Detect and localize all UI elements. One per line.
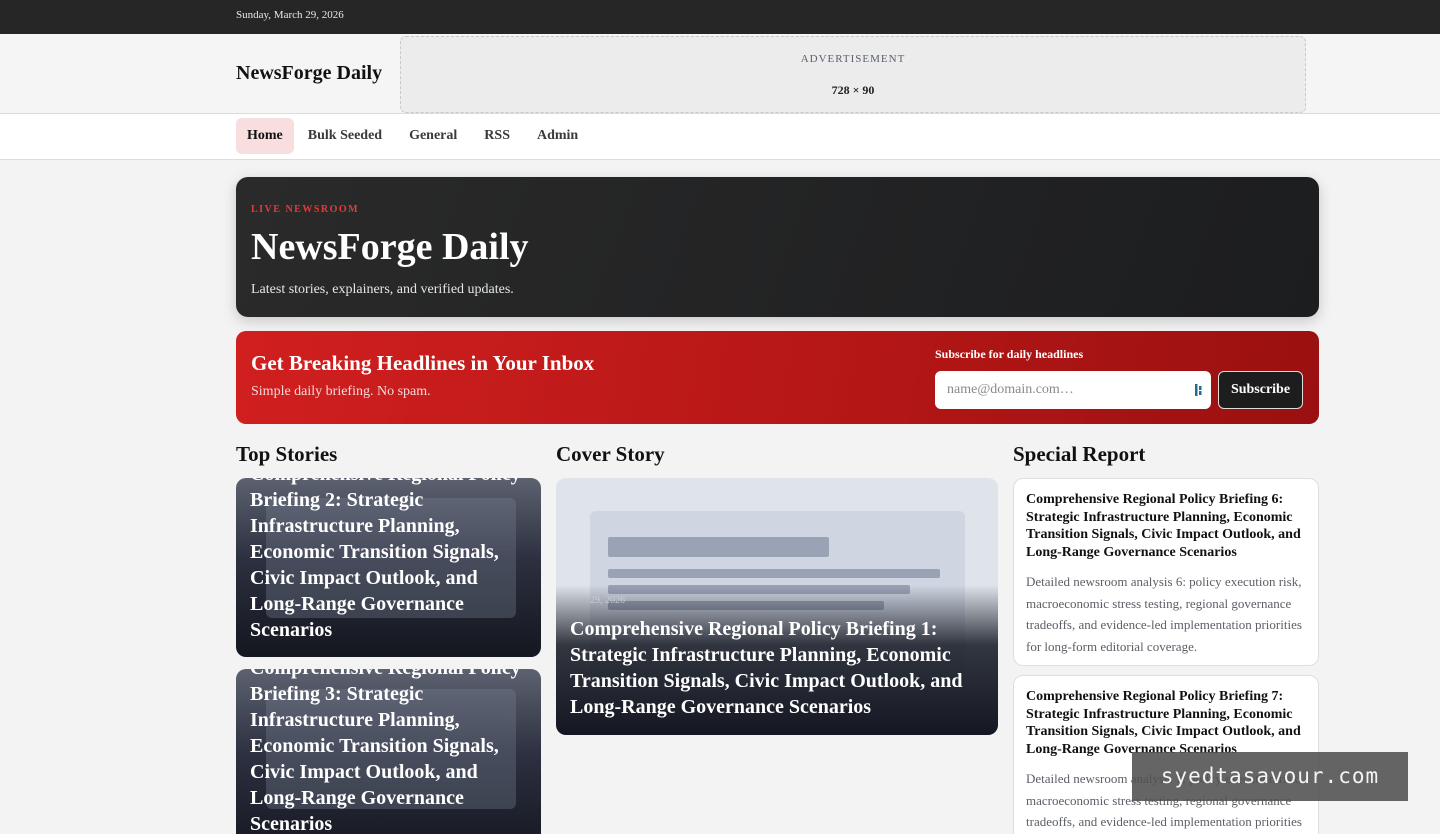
top-story-card[interactable]: Comprehensive Regional Policy Briefing 3… bbox=[236, 669, 541, 834]
password-manager-icon[interactable] bbox=[1195, 383, 1205, 397]
current-date: Sunday, March 29, 2026 bbox=[236, 9, 344, 21]
cover-story-heading: Cover Story bbox=[556, 442, 665, 466]
report-description: Detailed newsroom analysis 6: policy exe… bbox=[1026, 574, 1302, 654]
ad-size: 728 × 90 bbox=[831, 83, 875, 97]
hero-kicker: LIVE NEWSROOM bbox=[251, 204, 360, 215]
report-title[interactable]: Comprehensive Regional Policy Briefing 6… bbox=[1026, 491, 1306, 561]
placeholder-bar bbox=[608, 569, 940, 578]
special-report-heading: Special Report bbox=[1013, 442, 1146, 466]
nav-item-home[interactable]: Home bbox=[236, 118, 294, 154]
email-input[interactable] bbox=[935, 371, 1211, 409]
hero-tagline: Latest stories, explainers, and verified… bbox=[251, 282, 514, 297]
hero-banner: LIVE NEWSROOM NewsForge Daily Latest sto… bbox=[236, 177, 1319, 317]
top-story-card[interactable]: Comprehensive Regional Policy Briefing 2… bbox=[236, 478, 541, 657]
nav-item-general[interactable]: General bbox=[396, 118, 470, 154]
nav-item-rss[interactable]: RSS bbox=[471, 118, 523, 154]
cover-headline[interactable]: Comprehensive Regional Policy Briefing 1… bbox=[570, 616, 986, 720]
story-headline[interactable]: Comprehensive Regional Policy Briefing 2… bbox=[250, 478, 531, 643]
report-title[interactable]: Comprehensive Regional Policy Briefing 7… bbox=[1026, 688, 1306, 758]
subscribe-button[interactable]: Subscribe bbox=[1218, 371, 1303, 409]
newsletter-title: Get Breaking Headlines in Your Inbox bbox=[251, 351, 595, 375]
cover-story-card[interactable]: 29, 2026 Comprehensive Regional Policy B… bbox=[556, 478, 998, 735]
site-logo[interactable]: NewsForge Daily bbox=[236, 62, 382, 85]
masthead: NewsForge Daily ADVERTISEMENT 728 × 90 bbox=[0, 34, 1440, 114]
newsletter-subtitle: Simple daily briefing. No spam. bbox=[251, 384, 431, 399]
placeholder-bar bbox=[608, 537, 829, 557]
ad-label: ADVERTISEMENT bbox=[800, 53, 906, 65]
hero-title: NewsForge Daily bbox=[251, 226, 529, 268]
special-report-card[interactable]: Comprehensive Regional Policy Briefing 6… bbox=[1013, 478, 1319, 666]
cover-date: 29, 2026 bbox=[590, 595, 625, 606]
watermark: syedtasavour.com bbox=[1132, 752, 1408, 801]
story-headline[interactable]: Comprehensive Regional Policy Briefing 3… bbox=[250, 669, 531, 834]
nav-item-admin[interactable]: Admin bbox=[524, 118, 591, 154]
nav-item-bulk-seeded[interactable]: Bulk Seeded bbox=[295, 118, 395, 154]
top-bar: Sunday, March 29, 2026 bbox=[0, 0, 1440, 34]
top-stories-heading: Top Stories bbox=[236, 442, 338, 466]
newsletter-box: Get Breaking Headlines in Your Inbox Sim… bbox=[236, 331, 1319, 424]
ad-banner[interactable]: ADVERTISEMENT 728 × 90 bbox=[400, 36, 1306, 113]
main-nav: Home Bulk Seeded General RSS Admin bbox=[0, 114, 1440, 160]
subscribe-field-label: Subscribe for daily headlines bbox=[935, 347, 1084, 361]
